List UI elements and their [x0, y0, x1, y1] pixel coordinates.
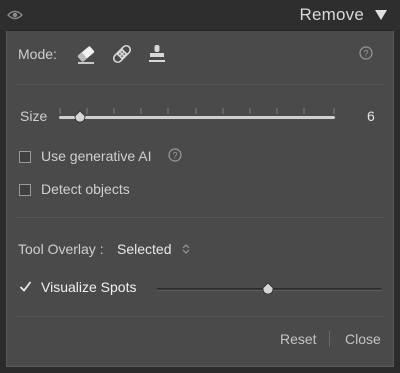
size-slider-track[interactable]	[59, 116, 335, 119]
select-arrows-icon[interactable]	[182, 243, 190, 255]
mode-label: Mode:	[18, 46, 57, 62]
footer-separator	[329, 331, 330, 347]
panel-header[interactable]: Remove	[0, 0, 400, 30]
help-circle-icon[interactable]: ?	[168, 148, 182, 162]
visualize-spots-label[interactable]: Visualize Spots	[41, 279, 136, 295]
close-button[interactable]: Close	[345, 331, 381, 347]
visualize-spots-slider-thumb[interactable]	[261, 282, 275, 296]
detect-objects-label[interactable]: Detect objects	[41, 181, 130, 197]
eye-icon[interactable]	[7, 9, 23, 21]
svg-text:?: ?	[172, 150, 177, 160]
stamp-icon[interactable]	[146, 43, 168, 65]
divider	[15, 217, 385, 218]
detect-objects-checkbox[interactable]	[19, 184, 31, 196]
visualize-spots-checkbox[interactable]	[19, 280, 32, 293]
size-slider-thumb[interactable]	[73, 110, 87, 124]
remove-panel: Remove Mode: ? Size 6 Use generative AI …	[0, 0, 400, 373]
eraser-icon[interactable]	[75, 43, 97, 65]
size-label: Size	[20, 108, 48, 124]
svg-text:?: ?	[363, 48, 368, 58]
tool-overlay-label: Tool Overlay :	[18, 241, 104, 257]
tool-overlay-select[interactable]: Selected	[117, 241, 171, 257]
help-circle-icon[interactable]: ?	[359, 46, 373, 60]
panel-title: Remove	[299, 5, 364, 24]
divider	[15, 316, 385, 317]
divider	[15, 84, 385, 85]
reset-button[interactable]: Reset	[280, 331, 317, 347]
size-value: 6	[367, 108, 375, 124]
triangle-down-icon[interactable]	[374, 9, 388, 21]
panel-body: Mode: ? Size 6 Use generative AI ? Detec…	[6, 30, 394, 367]
bandage-icon[interactable]	[111, 43, 133, 65]
size-slider-ticks	[59, 108, 335, 114]
generative-ai-label[interactable]: Use generative AI	[41, 148, 152, 164]
generative-ai-checkbox[interactable]	[19, 151, 31, 163]
